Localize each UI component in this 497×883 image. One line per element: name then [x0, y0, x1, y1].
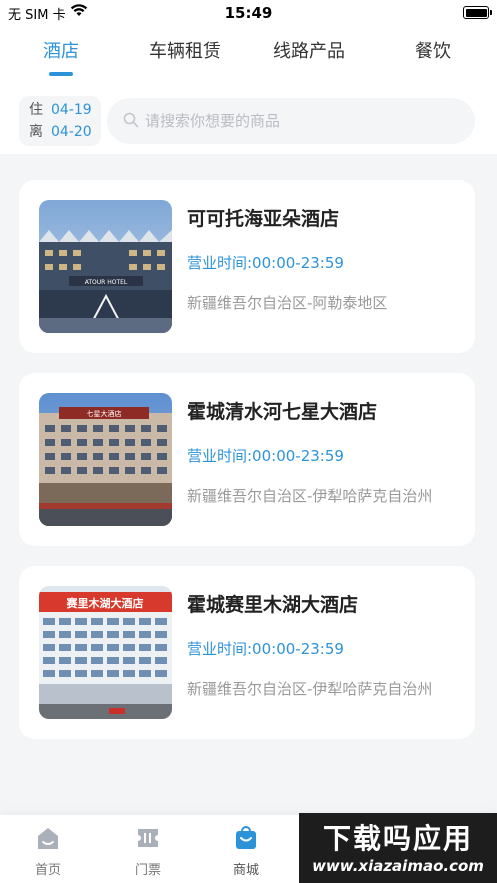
tab-label: 酒店 [43, 41, 79, 62]
checkin-row: 住 04-19 [29, 100, 92, 120]
top-header: 酒店 车辆租赁 线路产品 餐饮 住 04-19 离 04-20 请搜索你想要的商品 [0, 26, 497, 154]
hotel-hours: 营业时间:00:00-23:59 [187, 640, 344, 658]
checkout-row: 离 04-20 [29, 122, 92, 142]
tabbar-item-mall[interactable]: 商城 [216, 825, 276, 878]
watermark-url: www.xiazaimao.com [312, 857, 484, 875]
hotel-location: 新疆维吾尔自治区-伊犁哈萨克自治州 [187, 680, 433, 698]
hotel-name: 可可托海亚朵酒店 [187, 208, 340, 230]
tab-label: 线路产品 [273, 41, 345, 62]
battery-icon [463, 6, 492, 19]
search-placeholder: 请搜索你想要的商品 [145, 112, 281, 130]
tabbar-item-home[interactable]: 首页 [18, 825, 78, 878]
active-tab-indicator [49, 72, 73, 76]
status-bar: 无 SIM 卡 15:49 [0, 0, 497, 26]
hotel-card[interactable]: 赛里木湖大酒店 霍城赛里木湖大酒店 营业时间:00:00-23:59 新疆维吾尔… [19, 566, 475, 739]
checkin-label: 住 [29, 102, 43, 118]
hotel-card[interactable]: 七星大酒店 霍城清水河七星大酒店 营业时间:00:00-23:59 新疆维吾尔自… [19, 373, 475, 546]
hotel-name: 霍城赛里木湖大酒店 [187, 594, 359, 616]
hotel-sign-text: 赛里木湖大酒店 [66, 596, 144, 610]
category-tabs: 酒店 车辆租赁 线路产品 餐饮 [0, 38, 497, 78]
hotel-location: 新疆维吾尔自治区-伊犁哈萨克自治州 [187, 487, 433, 505]
hotel-photo: 七星大酒店 [39, 393, 172, 526]
search-icon [123, 112, 139, 132]
site-watermark: 下载吗应用 www.xiazaimao.com [299, 813, 497, 883]
tabbar-label: 商城 [232, 863, 259, 878]
checkout-date: 04-20 [51, 124, 92, 140]
tab-hotel[interactable]: 酒店 [6, 38, 116, 76]
tab-label: 车辆租赁 [149, 41, 221, 62]
hotel-hours: 营业时间:00:00-23:59 [187, 447, 344, 465]
hotel-photo: ATOUR HOTEL [39, 200, 172, 333]
hotel-name: 霍城清水河七星大酒店 [187, 401, 378, 423]
clock: 15:49 [224, 4, 273, 22]
tab-route-products[interactable]: 线路产品 [254, 38, 364, 66]
date-selector[interactable]: 住 04-19 离 04-20 [19, 96, 101, 146]
tabbar-label: 首页 [34, 863, 61, 878]
hotel-photo: 赛里木湖大酒店 [39, 586, 172, 719]
hotel-location: 新疆维吾尔自治区-阿勒泰地区 [187, 294, 388, 312]
checkin-date: 04-19 [51, 102, 92, 118]
tab-dining[interactable]: 餐饮 [378, 38, 488, 66]
hotel-hours: 营业时间:00:00-23:59 [187, 254, 344, 272]
checkout-label: 离 [29, 124, 43, 140]
hotel-card[interactable]: ATOUR HOTEL 可可托海亚朵酒店 营业时间:00:00-23:59 新疆… [19, 180, 475, 353]
ticket-icon [118, 825, 178, 851]
shopping-bag-icon [216, 825, 276, 851]
tabbar-item-tickets[interactable]: 门票 [118, 825, 178, 878]
tab-vehicle-rental[interactable]: 车辆租赁 [130, 38, 240, 66]
hotel-sign-text: 七星大酒店 [87, 409, 122, 418]
tab-label: 餐饮 [415, 41, 451, 62]
search-input[interactable]: 请搜索你想要的商品 [107, 98, 475, 144]
home-icon [18, 825, 78, 851]
tabbar-label: 门票 [134, 863, 161, 878]
hotel-sign-text: ATOUR HOTEL [85, 279, 128, 286]
watermark-title: 下载吗应用 [322, 822, 473, 855]
